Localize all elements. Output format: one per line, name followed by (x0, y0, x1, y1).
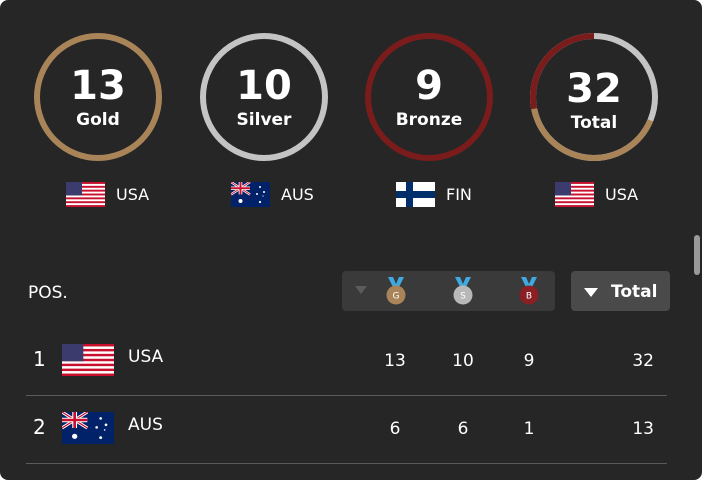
medal-table-panel: 13 Gold 10 Silver 9 Bronze 32 Total USA … (0, 0, 702, 480)
gold-label: Gold (76, 110, 120, 130)
chevron-down-icon (355, 286, 367, 294)
sort-total-label: Total (611, 282, 658, 302)
row-bronze: 9 (523, 351, 535, 371)
row-country: AUS (128, 415, 163, 435)
table-row[interactable]: 1 USA 13 10 9 32 (26, 327, 667, 396)
silver-summary-ring: 10 Silver (197, 30, 331, 164)
row-position: 2 (33, 415, 46, 439)
gold-count: 13 (70, 63, 126, 109)
silver-leader: AUS (231, 180, 314, 208)
table-row[interactable]: 2 AUS 6 6 1 13 (26, 395, 667, 464)
total-leader-code: USA (605, 184, 639, 204)
australia-flag-icon (62, 412, 114, 444)
row-gold: 13 (384, 351, 406, 371)
bronze-summary-ring: 9 Bronze (362, 30, 496, 164)
row-country: USA (128, 347, 164, 367)
usa-flag-icon (555, 181, 594, 207)
bronze-label: Bronze (395, 110, 463, 130)
bronze-leader: FIN (396, 180, 472, 208)
bronze-leader-code: FIN (446, 184, 472, 204)
row-bronze: 1 (523, 419, 535, 439)
silver-count: 10 (236, 63, 292, 109)
gold-medal-icon[interactable]: G (385, 276, 407, 306)
bronze-count: 9 (415, 63, 443, 109)
row-gold: 6 (389, 419, 401, 439)
total-summary-ring: 32 Total (527, 30, 661, 164)
usa-flag-icon (66, 181, 105, 207)
silver-medal-icon[interactable]: S (452, 276, 474, 306)
svg-text:B: B (526, 292, 532, 302)
total-count: 32 (566, 66, 622, 112)
gold-leader: USA (66, 180, 149, 208)
pos-column-header: POS. (28, 283, 68, 303)
silver-label: Silver (236, 110, 292, 130)
row-total: 13 (632, 419, 654, 439)
caret-down-icon (584, 288, 598, 297)
medal-sort-selector[interactable]: G S B (342, 271, 555, 311)
finland-flag-icon (396, 181, 435, 207)
row-position: 1 (33, 347, 46, 371)
usa-flag-icon (62, 344, 114, 376)
silver-leader-code: AUS (281, 184, 314, 204)
svg-text:S: S (460, 292, 466, 302)
total-label: Total (570, 113, 618, 133)
sort-total-button[interactable]: Total (571, 271, 670, 311)
row-silver: 6 (457, 419, 469, 439)
gold-summary-ring: 13 Gold (31, 30, 165, 164)
total-leader: USA (555, 180, 638, 208)
row-total: 32 (632, 351, 654, 371)
scrollbar-thumb[interactable] (694, 235, 700, 275)
svg-text:G: G (393, 292, 400, 302)
australia-flag-icon (231, 181, 270, 207)
bronze-medal-icon[interactable]: B (518, 276, 540, 306)
gold-leader-code: USA (116, 184, 150, 204)
row-silver: 10 (452, 351, 474, 371)
